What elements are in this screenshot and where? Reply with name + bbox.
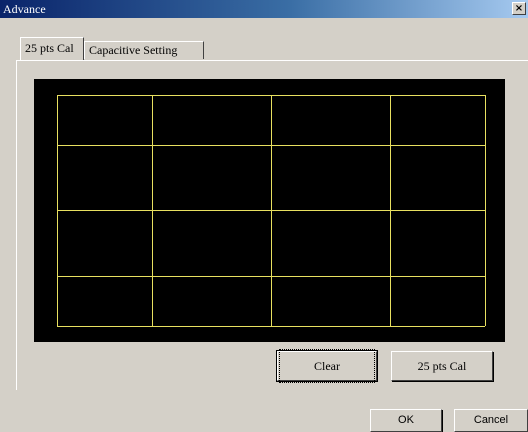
- title-bar[interactable]: Advance ×: [0, 0, 528, 18]
- tab-label: Capacitive Setting: [89, 43, 178, 57]
- tab-capacitive-setting[interactable]: Capacitive Setting: [84, 41, 204, 59]
- clear-button-label: Clear: [279, 349, 375, 383]
- calibration-area[interactable]: [34, 79, 505, 342]
- calibrate-25-pts-button[interactable]: 25 pts Cal: [391, 351, 493, 381]
- tab-25-pts-cal[interactable]: 25 pts Cal: [20, 37, 84, 60]
- ok-button[interactable]: OK: [370, 409, 442, 432]
- cancel-button[interactable]: Cancel: [454, 409, 528, 432]
- calibration-grid: [57, 95, 486, 327]
- calibrate-button-label: 25 pts Cal: [417, 359, 467, 373]
- tab-label: 25 pts Cal: [25, 41, 74, 55]
- clear-button[interactable]: Clear: [276, 349, 378, 383]
- close-icon: ×: [514, 3, 524, 14]
- cancel-button-label: Cancel: [473, 414, 509, 426]
- window-title: Advance: [3, 2, 46, 16]
- ok-button-label: OK: [398, 414, 414, 426]
- close-button[interactable]: ×: [512, 2, 526, 15]
